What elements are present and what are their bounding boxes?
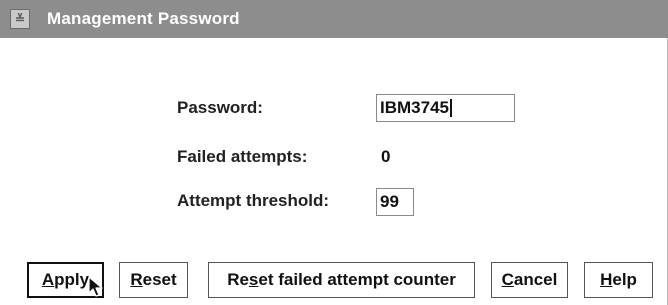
failed-attempts-value: 0 [381, 147, 391, 166]
attempt-threshold-input-value: 99 [380, 192, 399, 211]
password-label: Password: [177, 98, 263, 117]
window-title: Management Password [47, 9, 240, 28]
attempt-threshold-label: Attempt threshold: [177, 191, 330, 210]
management-password-window: ≚ Management Password Password: IBM3745 … [0, 0, 668, 305]
system-menu-icon[interactable]: ≚ [10, 9, 30, 29]
mouse-pointer-icon [88, 276, 103, 297]
cancel-button[interactable]: Cancel [491, 262, 568, 298]
attempt-threshold-input[interactable]: 99 [376, 188, 414, 216]
password-input[interactable]: IBM3745 [376, 94, 515, 122]
reset-counter-mnemonic: s [248, 270, 259, 289]
cancel-mnemonic: C [501, 270, 514, 289]
reset-button[interactable]: Reset [119, 262, 188, 298]
title-bar[interactable]: ≚ Management Password [0, 0, 668, 38]
help-mnemonic: H [600, 270, 613, 289]
apply-mnemonic: A [41, 270, 55, 289]
reset-failed-attempt-counter-button[interactable]: Re s et failed attempt counter [208, 262, 475, 298]
failed-attempts-label: Failed attempts: [177, 147, 308, 166]
password-input-value: IBM3745 [380, 98, 449, 117]
help-button[interactable]: Help [584, 262, 653, 298]
text-caret [449, 99, 452, 117]
reset-mnemonic: R [130, 270, 143, 289]
